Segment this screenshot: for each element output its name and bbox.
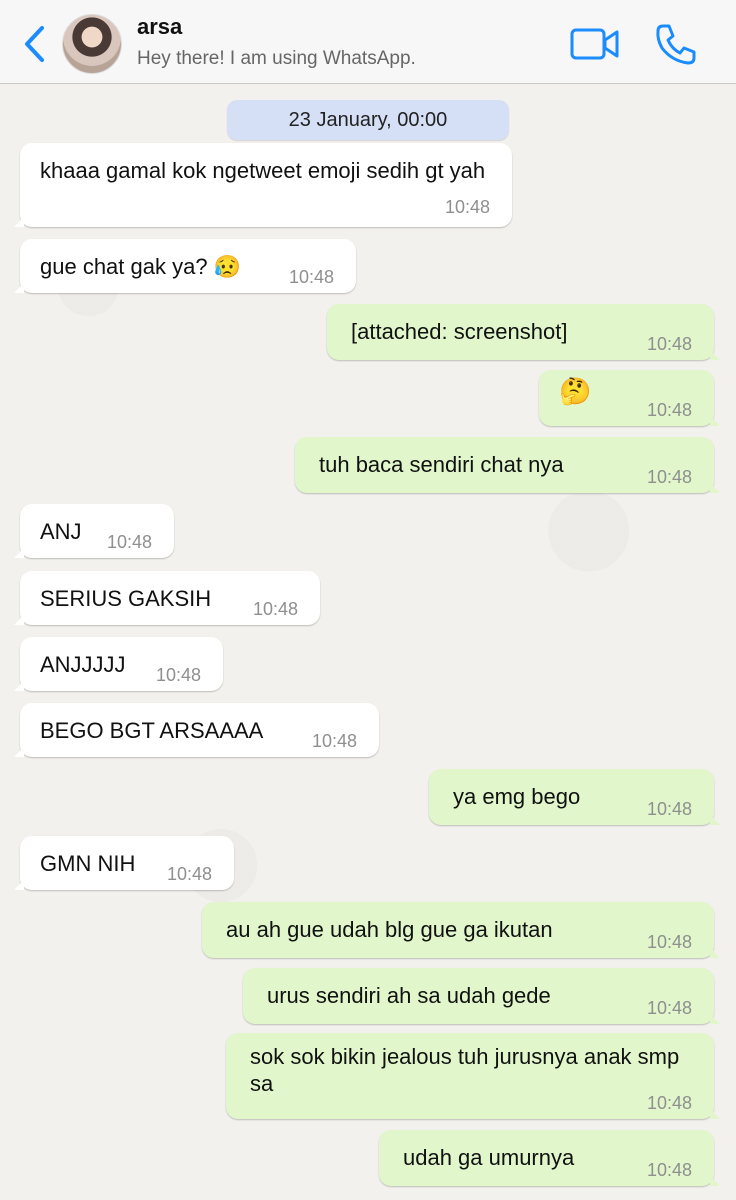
message-text: GMN NIH: [40, 851, 136, 876]
message-bubble-incoming[interactable]: BEGO BGT ARSAAAA 10:48: [14, 703, 379, 757]
message-text: BEGO BGT ARSAAAA: [40, 718, 264, 743]
message-bubble-incoming[interactable]: ANJ 10:48: [14, 504, 174, 558]
message-bubble-outgoing[interactable]: 🤔 10:48: [539, 370, 720, 426]
message-time: 10:48: [166, 864, 212, 884]
message-text: urus sendiri ah sa udah gede: [267, 983, 551, 1008]
message-text: [attached: screenshot]: [351, 319, 568, 344]
message-time: 10:48: [646, 998, 692, 1018]
video-camera-icon: [570, 28, 619, 60]
message-bubble-outgoing[interactable]: au ah gue udah blg gue ga ikutan 10:48: [202, 902, 720, 958]
message-time: 10:48: [288, 267, 334, 287]
date-divider: 23 January, 00:00: [227, 100, 509, 140]
message-text: sok sok bikin jealous tuh jurusnya anak …: [250, 1044, 680, 1096]
video-call-button[interactable]: [570, 26, 620, 62]
message-text: udah ga umurnya: [403, 1145, 575, 1170]
message-time: 10:48: [311, 731, 357, 751]
message-time: 10:48: [646, 467, 692, 487]
chevron-left-icon: [25, 26, 44, 62]
message-bubble-incoming[interactable]: gue chat gak ya? 😥 10:48: [14, 239, 356, 293]
message-bubble-outgoing[interactable]: urus sendiri ah sa udah gede 10:48: [243, 968, 720, 1024]
voice-call-button[interactable]: [654, 22, 698, 66]
message-bubble-outgoing[interactable]: [attached: screenshot] 10:48: [327, 304, 720, 360]
message-time: 10:48: [646, 334, 692, 354]
message-text: ANJ: [40, 519, 82, 544]
message-time: 10:48: [444, 197, 490, 217]
chat-header: arsa Hey there! I am using WhatsApp.: [0, 0, 736, 84]
message-time: 10:48: [646, 400, 692, 420]
message-time: 10:48: [646, 1093, 692, 1113]
message-bubble-incoming[interactable]: ANJJJJJ 10:48: [14, 637, 223, 691]
back-button[interactable]: [14, 22, 54, 66]
contact-status[interactable]: Hey there! I am using WhatsApp.: [137, 48, 416, 70]
message-bubble-incoming[interactable]: SERIUS GAKSIH 10:48: [14, 571, 320, 625]
thinking-face-emoji: 🤔: [559, 376, 592, 406]
message-bubble-incoming[interactable]: khaaa gamal kok ngetweet emoji sedih gt …: [14, 143, 512, 227]
message-text: khaaa gamal kok ngetweet emoji sedih gt …: [40, 158, 486, 183]
message-bubble-incoming[interactable]: GMN NIH 10:48: [14, 836, 234, 890]
message-time: 10:48: [646, 799, 692, 819]
message-text: au ah gue udah blg gue ga ikutan: [226, 917, 553, 942]
avatar[interactable]: [62, 14, 122, 74]
message-bubble-outgoing[interactable]: ya emg bego 10:48: [429, 769, 720, 825]
message-text: tuh baca sendiri chat nya: [319, 452, 564, 477]
message-bubble-outgoing[interactable]: tuh baca sendiri chat nya 10:48: [295, 437, 720, 493]
phone-icon: [656, 24, 696, 65]
contact-name[interactable]: arsa: [137, 14, 182, 40]
message-time: 10:48: [106, 532, 152, 552]
message-time: 10:48: [646, 1160, 692, 1180]
message-time: 10:48: [252, 599, 298, 619]
message-text: ANJJJJJ: [40, 652, 126, 677]
message-text: gue chat gak ya? 😥: [40, 254, 242, 279]
chat-area[interactable]: 23 January, 00:00 khaaa gamal kok ngetwe…: [0, 85, 736, 1200]
message-text: SERIUS GAKSIH: [40, 586, 212, 611]
message-time: 10:48: [646, 932, 692, 952]
message-time: 10:48: [155, 665, 201, 685]
message-bubble-outgoing[interactable]: udah ga umurnya 10:48: [379, 1130, 720, 1186]
message-text: ya emg bego: [453, 784, 581, 809]
message-bubble-outgoing[interactable]: sok sok bikin jealous tuh jurusnya anak …: [226, 1033, 720, 1119]
